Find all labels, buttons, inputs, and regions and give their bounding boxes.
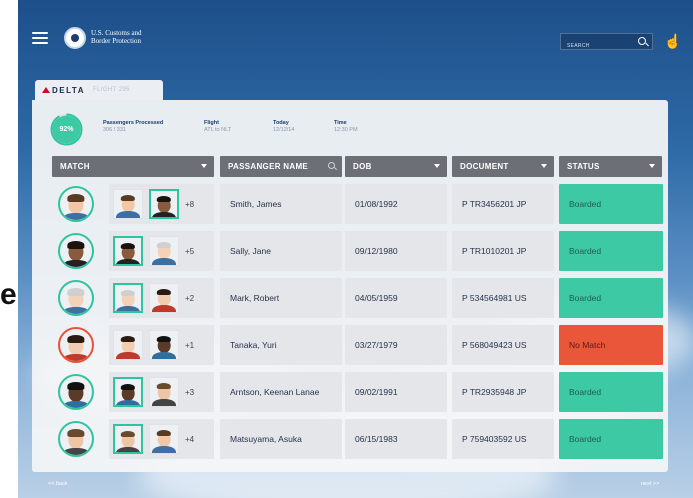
status-badge[interactable]: No Match — [559, 325, 663, 365]
passenger-dob: 01/08/1992 — [355, 199, 398, 209]
cropped-edge-text: e — [0, 278, 17, 311]
passenger-photo[interactable] — [58, 325, 94, 365]
match-candidates-list: +5 — [113, 231, 194, 271]
match-candidates-list: +4 — [113, 419, 194, 459]
table-row[interactable]: +8 Smith, James 01/08/1992 P TR3456201 JP Bo… — [52, 184, 664, 224]
passenger-name: Sally, Jane — [230, 246, 271, 256]
match-thumbnail[interactable] — [149, 377, 179, 407]
passenger-document: P 759403592 US — [462, 434, 527, 444]
search-icon[interactable] — [638, 37, 646, 45]
match-thumbnail[interactable] — [113, 377, 143, 407]
passenger-photo[interactable] — [58, 231, 94, 271]
match-thumbnail[interactable] — [113, 283, 143, 313]
column-header-status[interactable]: STATUS — [559, 156, 662, 177]
match-candidates-list: +3 — [113, 372, 194, 412]
back-link[interactable]: << back — [48, 481, 68, 487]
more-matches-count[interactable]: +3 — [185, 388, 194, 397]
search-box — [560, 33, 653, 54]
match-thumbnail[interactable] — [149, 424, 179, 454]
table-row[interactable]: +5 Sally, Jane 09/12/1980 P TR1010201 JP Boa… — [52, 231, 664, 271]
more-matches-count[interactable]: +4 — [185, 435, 194, 444]
column-header-match[interactable]: MATCH — [52, 156, 214, 177]
passenger-photo[interactable] — [58, 372, 94, 412]
more-matches-count[interactable]: +2 — [185, 294, 194, 303]
more-matches-count[interactable]: +1 — [185, 341, 194, 350]
today-stat: Today 12/12/14 — [273, 120, 295, 133]
passenger-name: Tanaka, Yuri — [230, 340, 277, 350]
match-thumbnail[interactable] — [149, 236, 179, 266]
chevron-down-icon — [541, 164, 547, 168]
match-thumbnail[interactable] — [113, 330, 143, 360]
flight-panel: 92% Passengers Processed 306 / 331 Fligh… — [32, 100, 668, 472]
passenger-document: P 568049423 US — [462, 340, 527, 350]
flight-tab[interactable]: DELTA FLIGHT 295 — [35, 80, 163, 100]
passenger-name: Smith, James — [230, 199, 282, 209]
next-link[interactable]: next >> — [641, 481, 659, 487]
agency-seal-icon — [64, 27, 86, 49]
column-header-name[interactable]: PASSANGER NAME — [220, 156, 342, 177]
passenger-document: P TR1010201 JP — [462, 246, 527, 256]
status-badge[interactable]: Boarded — [559, 419, 663, 459]
flight-stat: Flight ATL to NLT — [204, 120, 232, 133]
table-row[interactable]: +1 Tanaka, Yuri 03/27/1979 P 568049423 US No… — [52, 325, 664, 365]
avatar[interactable] — [58, 233, 94, 269]
progress-percent: 92% — [59, 126, 74, 133]
match-thumbnail[interactable] — [113, 236, 143, 266]
passenger-document: P 534564981 US — [462, 293, 527, 303]
avatar[interactable] — [58, 374, 94, 410]
passengers-processed-stat: Passengers Processed 306 / 331 — [103, 120, 164, 133]
passenger-dob: 06/15/1983 — [355, 434, 398, 444]
delta-logo-icon — [42, 87, 50, 93]
status-badge[interactable]: Boarded — [559, 184, 663, 224]
avatar[interactable] — [58, 186, 94, 222]
search-input[interactable] — [561, 38, 631, 54]
passenger-dob: 03/27/1979 — [355, 340, 398, 350]
time-stat: Time 12:30 PM — [334, 120, 358, 133]
menu-icon[interactable] — [32, 32, 48, 44]
app-screen: e U.S. Customs and Border Protection ☝ D… — [0, 0, 693, 498]
passenger-name: Arntson, Keenan Lanae — [230, 387, 320, 397]
match-candidates-list: +2 — [113, 278, 194, 318]
table-row[interactable]: +4 Matsuyama, Asuka 06/15/1983 P 759403592 … — [52, 419, 664, 459]
status-badge[interactable]: Boarded — [559, 278, 663, 318]
passenger-photo[interactable] — [58, 419, 94, 459]
passenger-dob: 04/05/1959 — [355, 293, 398, 303]
table-row[interactable]: +3 Arntson, Keenan Lanae 09/02/1991 P TR293… — [52, 372, 664, 412]
passenger-document: P TR2935948 JP — [462, 387, 527, 397]
chevron-down-icon — [434, 164, 440, 168]
match-thumbnail[interactable] — [149, 189, 179, 219]
status-badge[interactable]: Boarded — [559, 372, 663, 412]
passenger-dob: 09/02/1991 — [355, 387, 398, 397]
column-header-dob[interactable]: DOB — [345, 156, 447, 177]
table-row[interactable]: +2 Mark, Robert 04/05/1959 P 534564981 US Bo… — [52, 278, 664, 318]
flight-number: FLIGHT 295 — [93, 87, 130, 93]
avatar[interactable] — [58, 327, 94, 363]
chevron-down-icon — [201, 164, 207, 168]
passenger-name: Mark, Robert — [230, 293, 280, 303]
avatar[interactable] — [58, 421, 94, 457]
match-candidates-list: +8 — [113, 184, 194, 224]
match-thumbnail[interactable] — [113, 424, 143, 454]
passenger-photo[interactable] — [58, 278, 94, 318]
passenger-name: Matsuyama, Asuka — [230, 434, 302, 444]
search-icon[interactable] — [328, 162, 335, 169]
more-matches-count[interactable]: +5 — [185, 247, 194, 256]
status-badge[interactable]: Boarded — [559, 231, 663, 271]
airline-name: DELTA — [52, 86, 85, 95]
more-matches-count[interactable]: +8 — [185, 200, 194, 209]
match-thumbnail[interactable] — [149, 283, 179, 313]
match-thumbnail[interactable] — [113, 189, 143, 219]
avatar[interactable] — [58, 280, 94, 316]
top-bar: U.S. Customs and Border Protection ☝ — [18, 0, 693, 78]
user-icon[interactable]: ☝ — [664, 32, 681, 50]
match-thumbnail[interactable] — [149, 330, 179, 360]
passenger-dob: 09/12/1980 — [355, 246, 398, 256]
passenger-document: P TR3456201 JP — [462, 199, 527, 209]
agency-name: U.S. Customs and Border Protection — [91, 29, 142, 45]
column-header-document[interactable]: DOCUMENT — [452, 156, 554, 177]
chevron-down-icon — [649, 164, 655, 168]
passenger-photo[interactable] — [58, 184, 94, 224]
match-candidates-list: +1 — [113, 325, 194, 365]
